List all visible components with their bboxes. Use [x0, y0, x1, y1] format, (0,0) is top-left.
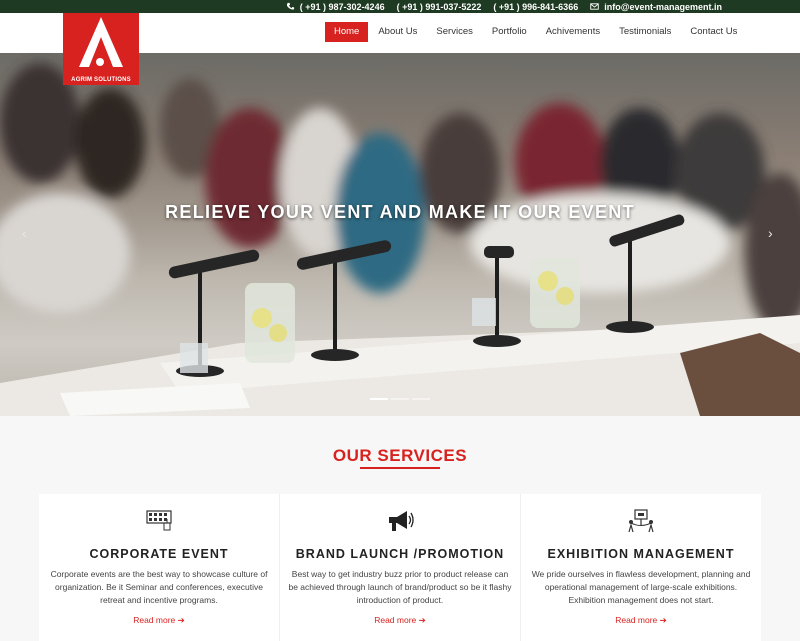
read-more-label: Read more — [133, 615, 176, 625]
slider-dot-2[interactable] — [391, 398, 409, 400]
envelope-icon — [590, 3, 599, 10]
hero-caption: RELIEVE YOUR VENT AND MAKE IT OUR EVENT — [165, 202, 635, 222]
service-card-corporate: CORPORATE EVENT Corporate events are the… — [39, 494, 280, 641]
megaphone-icon — [389, 511, 414, 531]
read-more-link[interactable]: Read more ➔ — [133, 615, 185, 626]
nav-item-services[interactable]: Services — [427, 22, 481, 42]
top-contact-bar: ( +91 ) 987-302-4246 ( +91 ) 991-037-522… — [0, 0, 800, 13]
logo-text: AGRIM SOLUTIONS — [71, 77, 131, 83]
nav-item-home[interactable]: Home — [325, 22, 369, 42]
nav-item-about-us[interactable]: About Us — [369, 22, 426, 42]
service-title: BRAND LAUNCH /PROMOTION — [295, 547, 505, 561]
section-title: OUR SERVICES — [332, 446, 468, 465]
nav-item-achivements[interactable]: Achivements — [537, 22, 609, 42]
slider-dot-1[interactable] — [370, 398, 388, 400]
contact-list: ( +91 ) 987-302-4246 ( +91 ) 991-037-522… — [286, 0, 722, 13]
phone-number-1: ( +91 ) 987-302-4246 — [299, 1, 385, 12]
main-navbar: AGRIM SOLUTIONS Home About Us Services P… — [0, 13, 800, 85]
service-title: EXHIBITION MANAGEMENT — [547, 547, 735, 561]
phone-contact[interactable]: ( +91 ) 996-841-6366 — [493, 2, 578, 12]
phone-contact[interactable]: ( +91 ) 987-302-4246 — [286, 2, 385, 12]
logo-mark-icon — [79, 17, 123, 68]
nav-item-testimonials[interactable]: Testimonials — [610, 22, 680, 42]
email-contact[interactable]: info@event-management.in — [590, 2, 722, 12]
phone-number-2: ( +91 ) 991-037-5222 — [396, 1, 482, 12]
slider-next-arrow-icon[interactable]: › — [768, 225, 773, 241]
arrow-right-icon: ➔ — [659, 615, 667, 625]
service-title: CORPORATE EVENT — [89, 547, 229, 561]
nav-item-contact-us[interactable]: Contact Us — [681, 22, 746, 42]
phone-number-3: ( +91 ) 996-841-6366 — [493, 1, 579, 12]
conference-icon — [146, 510, 172, 531]
arrow-right-icon: ➔ — [418, 615, 426, 625]
service-description: Corporate events are the best way to sho… — [50, 569, 268, 605]
nav-menu: Home About Us Services Portfolio Achivem… — [325, 22, 747, 42]
slider-dot-3[interactable] — [412, 398, 430, 400]
read-more-label: Read more — [374, 615, 417, 625]
service-description: Best way to get industry buzz prior to p… — [288, 569, 512, 605]
slider-prev-arrow-icon[interactable]: ‹ — [22, 225, 27, 241]
email-address: info@event-management.in — [604, 1, 722, 12]
slider-indicators — [370, 398, 430, 400]
brand-logo[interactable]: AGRIM SOLUTIONS — [63, 13, 139, 85]
nav-item-portfolio[interactable]: Portfolio — [483, 22, 536, 42]
arrow-right-icon: ➔ — [177, 615, 185, 625]
phone-contact[interactable]: ( +91 ) 991-037-5222 — [397, 2, 482, 12]
phone-icon — [286, 2, 294, 10]
hero-conference-image — [0, 63, 800, 416]
service-card-brand-launch: BRAND LAUNCH /PROMOTION Best way to get … — [280, 494, 521, 641]
read-more-link[interactable]: Read more ➔ — [615, 615, 667, 626]
service-card-exhibition: EXHIBITION MANAGEMENT We pride ourselves… — [521, 494, 761, 641]
read-more-link[interactable]: Read more ➔ — [374, 615, 426, 626]
read-more-label: Read more — [615, 615, 658, 625]
hero-slider: RELIEVE YOUR VENT AND MAKE IT OUR EVENT … — [0, 53, 800, 416]
services-cards: CORPORATE EVENT Corporate events are the… — [39, 494, 761, 641]
service-description: We pride ourselves in flawless developme… — [531, 569, 751, 605]
title-underline — [360, 467, 440, 469]
exhibition-icon — [628, 509, 654, 533]
